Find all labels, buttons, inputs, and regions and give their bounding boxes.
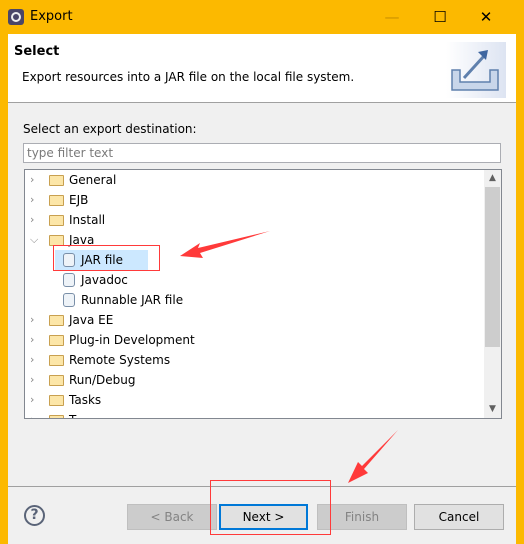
export-wizard-tree[interactable]: › General › EJB › Install ⌵ Java JAR file Javadoc… xyxy=(24,169,502,419)
chevron-right-icon[interactable]: › xyxy=(30,310,40,330)
tree-item[interactable]: JAR file xyxy=(55,250,148,270)
tree-item-label: JAR file xyxy=(81,253,123,267)
finish-button[interactable]: Finish xyxy=(317,504,407,530)
export-destination-label: Select an export destination: xyxy=(23,122,197,136)
chevron-right-icon[interactable]: › xyxy=(30,170,40,190)
folder-icon xyxy=(49,195,64,206)
folder-icon xyxy=(49,235,64,246)
cancel-button[interactable]: Cancel xyxy=(414,504,504,530)
scrollbar-thumb[interactable] xyxy=(485,187,500,347)
divider xyxy=(8,486,516,487)
filter-input[interactable] xyxy=(23,143,501,163)
export-wizard-icon xyxy=(446,42,506,98)
help-icon[interactable]: ? xyxy=(24,505,45,526)
folder-icon xyxy=(49,415,64,418)
tree-item-label: Remote Systems xyxy=(69,353,171,367)
tree-item-label: Run/Debug xyxy=(69,373,136,387)
chevron-right-icon[interactable]: › xyxy=(30,330,40,350)
scroll-up-arrow[interactable]: ▲ xyxy=(484,170,501,187)
page-title: Select xyxy=(14,44,60,59)
jar-icon xyxy=(63,273,75,287)
chevron-down-icon[interactable]: ⌵ xyxy=(30,230,40,250)
scroll-down-arrow[interactable]: ▼ xyxy=(484,401,501,418)
chevron-right-icon[interactable]: › xyxy=(30,210,40,230)
chevron-right-icon[interactable]: › xyxy=(30,410,40,418)
jar-icon xyxy=(63,293,75,307)
jar-icon xyxy=(63,253,75,267)
tree-item-label: Plug-in Development xyxy=(69,333,195,347)
tree-item-label: Runnable JAR file xyxy=(81,293,184,307)
next-button[interactable]: Next > xyxy=(219,504,308,530)
folder-icon xyxy=(49,375,64,386)
folder-icon xyxy=(49,175,64,186)
chevron-right-icon[interactable]: › xyxy=(30,350,40,370)
page-description: Export resources into a JAR file on the … xyxy=(22,70,355,84)
tree-item-label: Java EE xyxy=(69,313,114,327)
tree-item-label: Java xyxy=(69,233,95,247)
chevron-right-icon[interactable]: › xyxy=(30,370,40,390)
folder-icon xyxy=(49,395,64,406)
tree-item-label: Install xyxy=(69,213,106,227)
folder-icon xyxy=(49,355,64,366)
folder-icon xyxy=(49,315,64,326)
wizard-header: Select Export resources into a JAR file … xyxy=(8,34,516,103)
chevron-right-icon[interactable]: › xyxy=(30,390,40,410)
folder-icon xyxy=(49,215,64,226)
chevron-right-icon[interactable]: › xyxy=(30,190,40,210)
vertical-scrollbar[interactable]: ▲ ▼ xyxy=(484,170,501,418)
tree-item-label: T xyxy=(69,410,76,418)
tree-item-label: General xyxy=(69,173,117,187)
back-button[interactable]: < Back xyxy=(127,504,217,530)
tree-item-label: Tasks xyxy=(69,393,102,407)
folder-icon xyxy=(49,335,64,346)
tree-item-label: EJB xyxy=(69,193,89,207)
tree-item-label: Javadoc xyxy=(81,273,128,287)
